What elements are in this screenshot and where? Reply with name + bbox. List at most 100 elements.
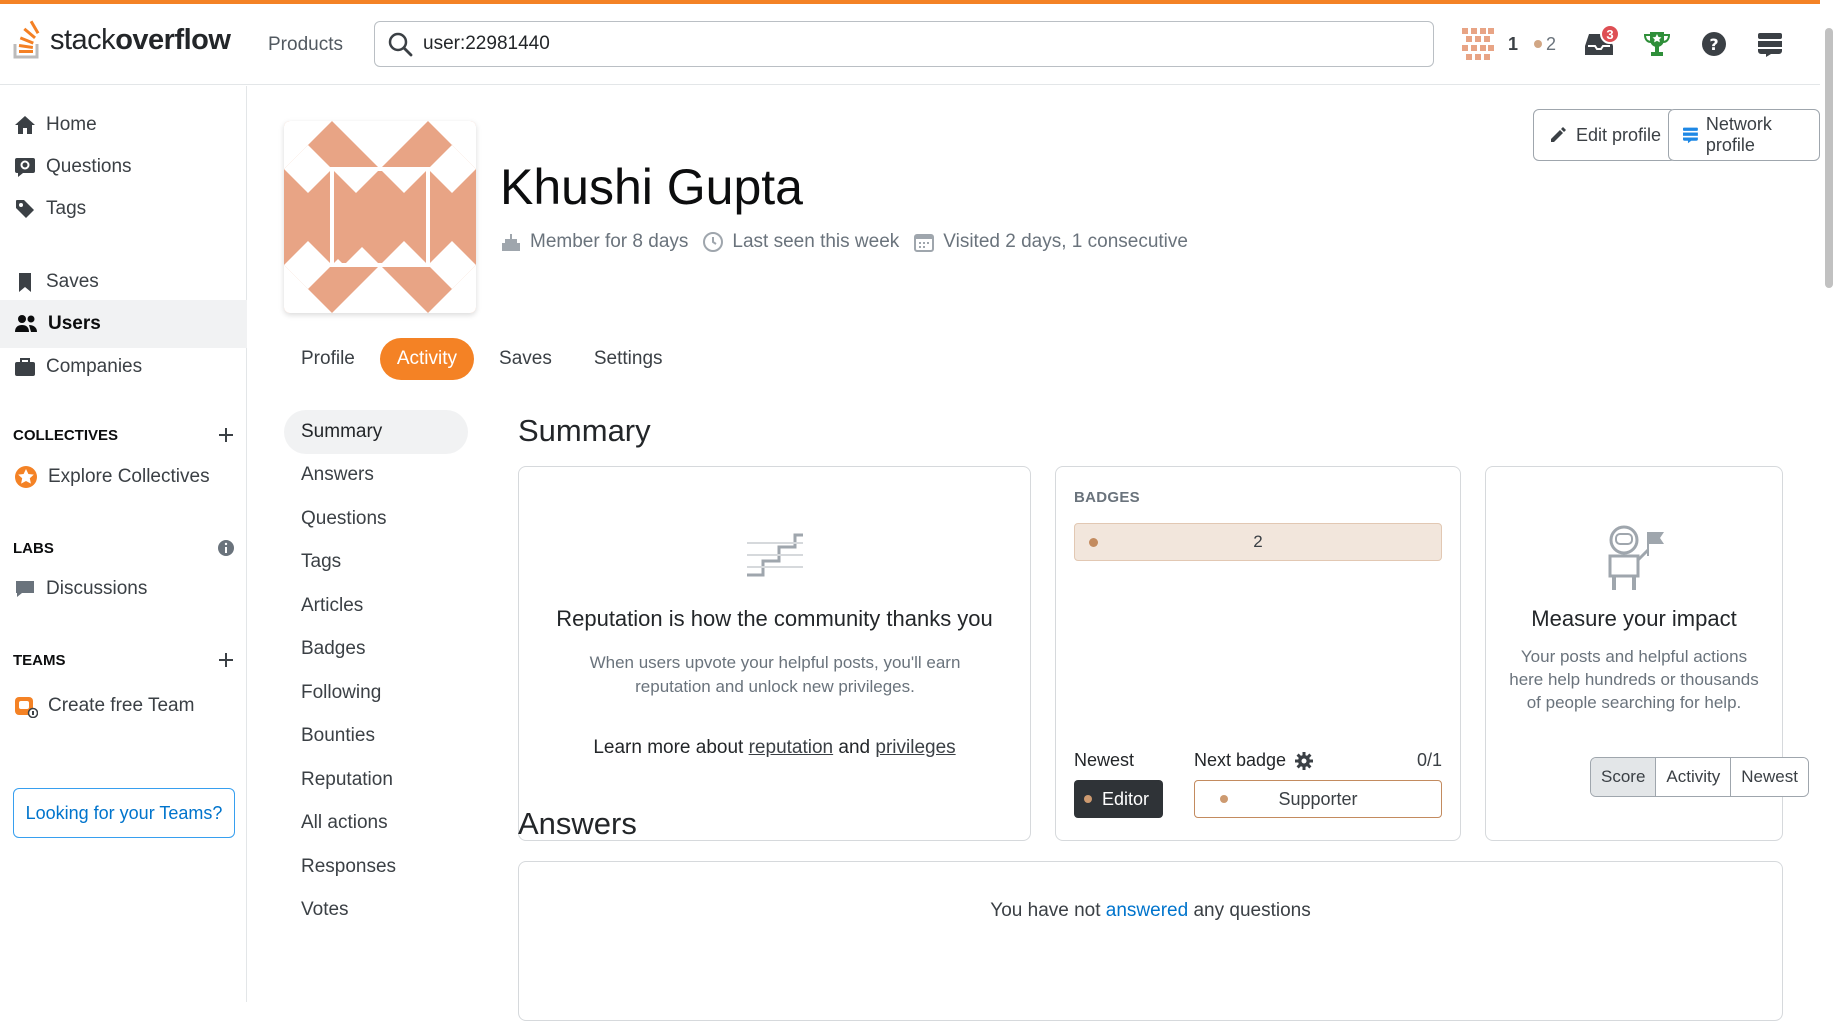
site-switcher-button[interactable] xyxy=(1756,30,1784,58)
top-bar: stackoverflow Products 1 2 3 xyxy=(0,0,1820,85)
inbox-button[interactable]: 3 xyxy=(1584,24,1621,58)
clock-icon xyxy=(703,232,724,252)
subnav-votes[interactable]: Votes xyxy=(284,889,468,933)
next-badge-chip[interactable]: Supporter xyxy=(1194,780,1442,818)
subnav-badges[interactable]: Badges xyxy=(284,628,468,672)
privileges-link[interactable]: privileges xyxy=(875,737,955,758)
subnav-answers[interactable]: Answers xyxy=(284,454,468,498)
profile-tabs: Profile Activity Saves Settings xyxy=(284,338,680,380)
teams-heading: TEAMS xyxy=(13,651,66,669)
badges-heading: BADGES xyxy=(1074,489,1140,506)
sort-activity[interactable]: Activity xyxy=(1656,758,1732,796)
search-input[interactable] xyxy=(423,33,1383,55)
profile-meta: Member for 8 days Last seen this week Vi… xyxy=(500,231,1202,253)
plus-icon[interactable] xyxy=(217,426,235,444)
subnav-questions[interactable]: Questions xyxy=(284,497,468,541)
logo-icon xyxy=(13,20,40,59)
bronze-badge-bar[interactable]: 2 xyxy=(1074,523,1442,561)
newest-badge-chip[interactable]: Editor xyxy=(1074,780,1164,818)
sidebar-item-explore-collectives[interactable]: Explore Collectives xyxy=(0,453,247,501)
tab-profile[interactable]: Profile xyxy=(284,338,372,380)
bookmark-icon xyxy=(19,273,31,292)
questions-icon xyxy=(15,158,35,177)
empty-prefix: You have not xyxy=(990,900,1101,921)
subnav-summary[interactable]: Summary xyxy=(284,410,468,454)
sidebar-item-saves[interactable]: Saves xyxy=(0,258,247,306)
products-link[interactable]: Products xyxy=(268,34,343,56)
subnav-all-actions[interactable]: All actions xyxy=(284,802,468,846)
sidebar-item-questions[interactable]: Questions xyxy=(0,143,247,191)
inbox-count-badge: 3 xyxy=(1600,24,1621,44)
sort-score[interactable]: Score xyxy=(1591,758,1657,796)
subnav-reputation[interactable]: Reputation xyxy=(284,758,468,802)
sidebar-item-companies[interactable]: Companies xyxy=(0,343,247,391)
scrollbar-thumb[interactable] xyxy=(1825,28,1833,288)
edit-profile-button[interactable]: Edit profile xyxy=(1533,109,1677,161)
gear-icon[interactable] xyxy=(1294,751,1314,771)
tab-saves[interactable]: Saves xyxy=(482,338,569,380)
reputation-card-title: Reputation is how the community thanks y… xyxy=(556,606,993,631)
subnav-responses[interactable]: Responses xyxy=(284,845,468,889)
subnav-bounties[interactable]: Bounties xyxy=(284,715,468,759)
learn-more-prefix: Learn more about xyxy=(593,737,744,758)
labs-heading: LABS xyxy=(13,539,54,557)
next-badge-name: Supporter xyxy=(1278,788,1358,809)
sidebar-item-label: Explore Collectives xyxy=(48,466,210,487)
sidebar-item-label: Create free Team xyxy=(48,695,195,716)
user-toolbar: 1 2 3 ? xyxy=(1460,24,1784,62)
home-icon xyxy=(15,116,35,134)
reputation-count: 1 xyxy=(1508,33,1519,54)
users-icon xyxy=(15,315,37,332)
next-badge-progress: 0/1 xyxy=(1416,750,1442,770)
collectives-section-header: COLLECTIVES xyxy=(13,426,235,444)
answers-empty-message: You have not answered any questions xyxy=(519,900,1782,922)
tag-icon xyxy=(16,200,34,218)
page-scrollbar[interactable] xyxy=(1820,0,1839,1002)
edit-profile-label: Edit profile xyxy=(1576,124,1662,145)
bronze-badge-count: 2 xyxy=(1546,33,1557,54)
plus-icon[interactable] xyxy=(217,651,235,669)
network-profile-button[interactable]: Network profile xyxy=(1668,109,1820,161)
subnav-tags[interactable]: Tags xyxy=(284,541,468,585)
sidebar-item-tags[interactable]: Tags xyxy=(0,185,247,233)
main-content: Khushi Gupta Member for 8 days Last seen… xyxy=(248,86,1820,1021)
reputation-link[interactable]: reputation xyxy=(749,737,834,758)
stackoverflow-logo[interactable]: stackoverflow xyxy=(12,20,231,60)
sidebar-item-discussions[interactable]: Discussions xyxy=(0,565,247,613)
search-box[interactable] xyxy=(374,21,1434,67)
user-avatar[interactable] xyxy=(1460,26,1496,62)
sidebar-item-users[interactable]: Users xyxy=(0,300,247,348)
bronze-badge-icon xyxy=(1534,40,1543,48)
visited-text: Visited 2 days, 1 consecutive xyxy=(943,231,1188,252)
achievements-button[interactable] xyxy=(1642,30,1672,58)
sidebar-item-home[interactable]: Home xyxy=(0,101,247,149)
stack-exchange-icon xyxy=(1683,127,1698,144)
answered-link[interactable]: answered xyxy=(1106,900,1188,921)
collectives-heading: COLLECTIVES xyxy=(13,426,119,444)
answers-title: Answers xyxy=(518,806,637,841)
sidebar-item-label: Home xyxy=(46,114,97,135)
sidebar-item-create-team[interactable]: Create free Team xyxy=(0,682,247,730)
team-icon xyxy=(15,697,38,718)
sort-newest[interactable]: Newest xyxy=(1731,758,1808,796)
reputation-learn-more: Learn more about reputation and privileg… xyxy=(519,737,1030,759)
svg-text:?: ? xyxy=(1709,35,1718,54)
tab-settings[interactable]: Settings xyxy=(577,338,680,380)
info-icon[interactable] xyxy=(217,539,235,557)
tab-activity[interactable]: Activity xyxy=(379,338,475,380)
collectives-icon xyxy=(15,466,37,488)
calendar-icon xyxy=(914,234,935,252)
bronze-badge-count: 2 xyxy=(1253,532,1263,551)
left-sidebar: Home Questions Tags Saves Users Companie… xyxy=(0,86,247,1002)
help-button[interactable]: ? xyxy=(1700,30,1728,58)
reputation-card: Reputation is how the community thanks y… xyxy=(518,466,1031,841)
trophy-icon xyxy=(1644,32,1671,56)
help-icon: ? xyxy=(1702,32,1727,56)
impact-card-title: Measure your impact xyxy=(1531,606,1737,631)
subnav-articles[interactable]: Articles xyxy=(284,584,468,628)
looking-for-teams-button[interactable]: Looking for your Teams? xyxy=(13,788,235,838)
member-for-text: Member for 8 days xyxy=(530,231,689,252)
reputation-card-description: When users upvote your helpful posts, yo… xyxy=(589,653,961,696)
subnav-following[interactable]: Following xyxy=(284,671,468,715)
stack-exchange-icon xyxy=(1758,33,1783,57)
